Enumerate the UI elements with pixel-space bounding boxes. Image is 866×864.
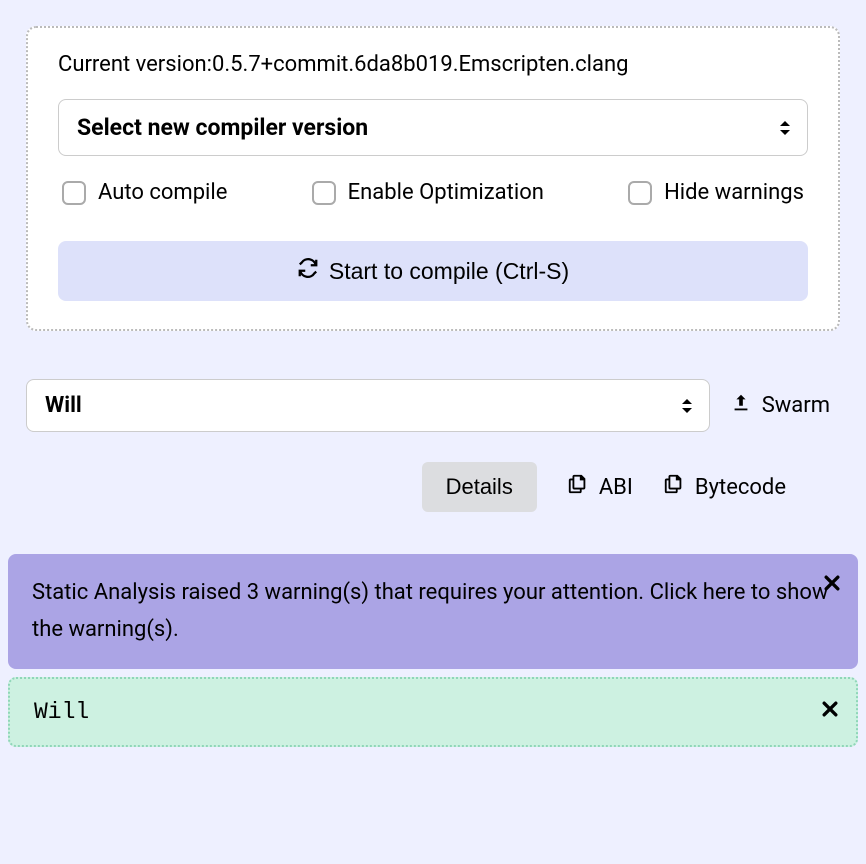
select-arrows-icon	[681, 398, 693, 414]
auto-compile-option: Auto compile	[62, 180, 227, 205]
contract-panel: Will Swarm Details ABI	[8, 357, 858, 546]
enable-optimization-label: Enable Optimization	[348, 180, 544, 205]
upload-icon	[730, 392, 752, 420]
compiler-version-select[interactable]: Select new compiler version	[58, 99, 808, 156]
bytecode-button[interactable]: Bytecode	[663, 473, 786, 501]
contract-select[interactable]: Will	[26, 379, 710, 432]
details-button[interactable]: Details	[422, 462, 537, 512]
auto-compile-label: Auto compile	[98, 180, 227, 205]
compiler-box: Current version:0.5.7+commit.6da8b019.Em…	[26, 26, 840, 331]
contract-row: Will Swarm	[26, 379, 840, 432]
contract-actions-row: Details ABI Bytecode	[26, 462, 840, 512]
select-arrows-icon	[779, 120, 791, 136]
bytecode-label: Bytecode	[695, 475, 786, 500]
close-warning-button[interactable]	[822, 568, 842, 605]
clipboard-icon	[663, 473, 685, 501]
compile-button-label: Start to compile (Ctrl-S)	[329, 258, 569, 285]
auto-compile-checkbox[interactable]	[62, 181, 86, 205]
refresh-icon	[297, 257, 319, 285]
compiler-options-row: Auto compile Enable Optimization Hide wa…	[58, 180, 808, 205]
abi-label: ABI	[599, 475, 633, 500]
contract-select-label: Will	[45, 393, 82, 418]
current-version-label: Current version:0.5.7+commit.6da8b019.Em…	[58, 52, 808, 77]
clipboard-icon	[567, 473, 589, 501]
abi-button[interactable]: ABI	[567, 473, 633, 501]
close-icon	[822, 574, 842, 599]
swarm-label: Swarm	[762, 393, 830, 418]
hide-warnings-checkbox[interactable]	[628, 181, 652, 205]
swarm-button[interactable]: Swarm	[730, 392, 840, 420]
hide-warnings-label: Hide warnings	[664, 180, 804, 205]
close-icon	[820, 700, 840, 726]
enable-optimization-checkbox[interactable]	[312, 181, 336, 205]
warning-text: Static Analysis raised 3 warning(s) that…	[32, 580, 828, 642]
close-success-button[interactable]	[820, 699, 840, 726]
hide-warnings-option: Hide warnings	[628, 180, 804, 205]
start-compile-button[interactable]: Start to compile (Ctrl-S)	[58, 241, 808, 301]
compile-success-alert: Will	[8, 677, 858, 747]
compiler-panel: Current version:0.5.7+commit.6da8b019.Em…	[8, 8, 858, 349]
enable-optimization-option: Enable Optimization	[312, 180, 544, 205]
success-text: Will	[34, 699, 89, 725]
compiler-select-label: Select new compiler version	[77, 114, 368, 141]
static-analysis-warning-alert[interactable]: Static Analysis raised 3 warning(s) that…	[8, 554, 858, 669]
